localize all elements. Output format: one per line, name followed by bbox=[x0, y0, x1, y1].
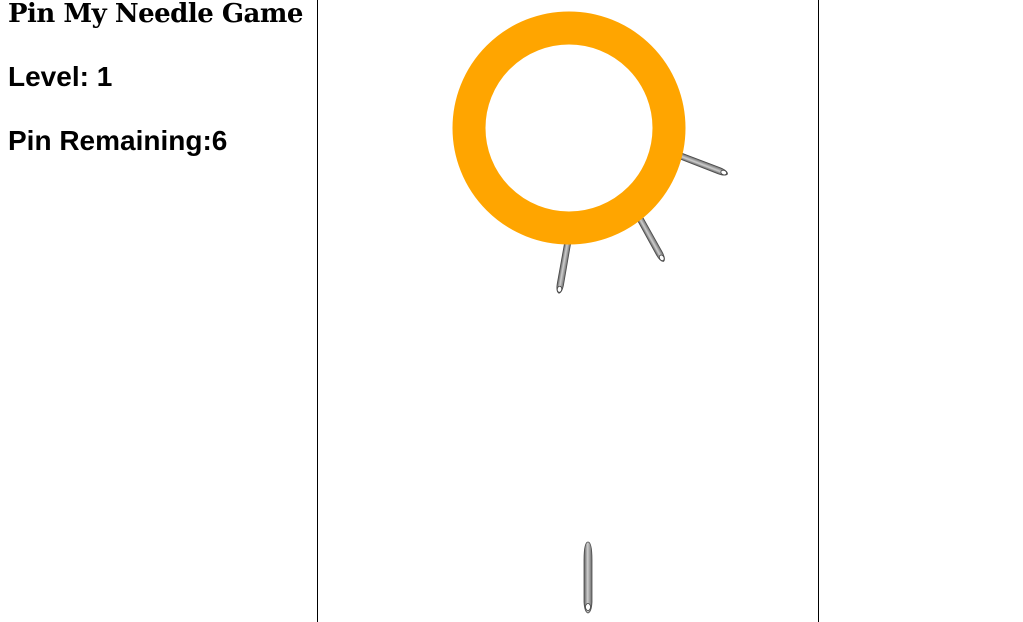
game-canvas[interactable] bbox=[317, 0, 819, 622]
stuck-pin-3 bbox=[676, 151, 730, 178]
level-label: Level: bbox=[8, 61, 97, 92]
pins-remaining-label: Pin Remaining: bbox=[8, 125, 212, 156]
stuck-pin-2 bbox=[634, 213, 667, 264]
game-page: Pin My Needle Game Level: 1 Pin Remainin… bbox=[0, 0, 1023, 622]
ready-pin[interactable] bbox=[583, 541, 593, 614]
target-ring bbox=[452, 11, 686, 245]
level-value: 1 bbox=[96, 61, 113, 92]
game-title: Pin My Needle Game bbox=[8, 0, 303, 29]
stuck-pin-1 bbox=[555, 240, 572, 295]
pins-remaining-display: Pin Remaining:6 bbox=[8, 125, 227, 157]
pins-remaining-value: 6 bbox=[211, 125, 228, 156]
game-board[interactable] bbox=[318, 0, 818, 622]
level-display: Level: 1 bbox=[8, 61, 112, 93]
